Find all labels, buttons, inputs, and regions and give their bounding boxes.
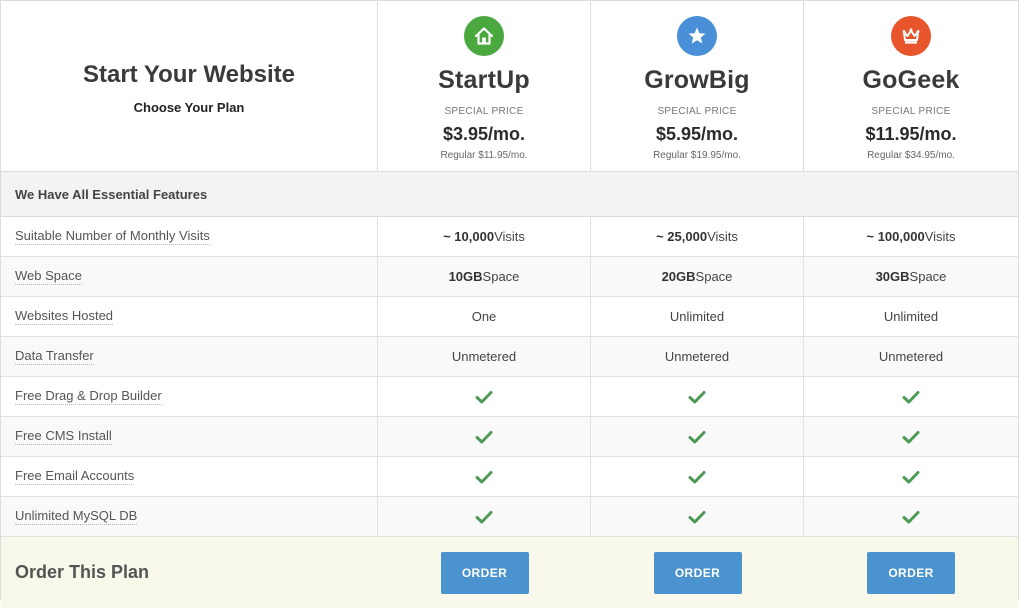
plan-name: StartUp: [438, 66, 530, 94]
feature-label-free-cms-install[interactable]: Free CMS Install: [15, 428, 112, 445]
special-price: $5.95/mo.: [655, 124, 739, 144]
checkmark-icon: [688, 470, 706, 483]
plan-name: GrowBig: [644, 66, 750, 94]
feature-label-drag-drop-builder[interactable]: Free Drag & Drop Builder: [15, 388, 162, 405]
table-row: Free Drag & Drop Builder: [1, 377, 1018, 417]
special-price: $3.95/mo.: [442, 124, 526, 144]
feature-value: One: [378, 297, 591, 336]
checkmark-icon: [902, 430, 920, 443]
checkmark-icon: [475, 430, 493, 443]
feature-value: ~ 10,000 Visits: [378, 217, 591, 256]
feature-value: Unmetered: [878, 349, 944, 364]
special-price-label: SPECIAL PRICE: [871, 106, 951, 117]
table-row: Free CMS Install: [1, 417, 1018, 457]
order-button-growbig[interactable]: ORDER: [653, 551, 742, 594]
section-title: We Have All Essential Features: [15, 186, 208, 202]
plan-column-gogeek: GoGeek SPECIAL PRICE $11.95/mo. Regular …: [804, 1, 1018, 171]
checkmark-icon: [688, 510, 706, 523]
feature-label-data-transfer[interactable]: Data Transfer: [15, 348, 94, 365]
plan-column-startup: StartUp SPECIAL PRICE $3.95/mo. Regular …: [378, 1, 591, 171]
pricing-table: Start Your Website Choose Your Plan Star…: [0, 0, 1019, 608]
checkmark-icon: [902, 390, 920, 403]
house-icon: [464, 16, 504, 56]
table-row: Data Transfer Unmetered Unmetered Unmete…: [1, 337, 1018, 377]
special-price: $11.95/mo.: [865, 124, 957, 144]
feature-value: Unmetered: [378, 337, 591, 376]
checkmark-icon: [475, 470, 493, 483]
feature-value: Unlimited: [591, 297, 804, 336]
feature-value: ~ 100,000 Visits: [866, 229, 956, 244]
checkmark-icon: [475, 510, 493, 523]
table-row: Web Space 10GB Space 20GB Space 30GB Spa…: [1, 257, 1018, 297]
star-icon: [677, 16, 717, 56]
special-price-label: SPECIAL PRICE: [657, 106, 737, 117]
feature-value: 30GB Space: [875, 269, 947, 284]
order-button-gogeek[interactable]: ORDER: [867, 551, 955, 594]
crown-icon: [891, 16, 931, 56]
pricing-header-row: Start Your Website Choose Your Plan Star…: [1, 1, 1018, 172]
order-plan-title: Order This Plan: [15, 562, 150, 582]
feature-label-web-space[interactable]: Web Space: [15, 268, 82, 285]
page-title: Start Your Website: [82, 61, 296, 88]
features-section-header: We Have All Essential Features: [1, 172, 1018, 217]
feature-label-free-email-accounts[interactable]: Free Email Accounts: [15, 468, 135, 485]
checkmark-icon: [688, 390, 706, 403]
checkmark-icon: [688, 430, 706, 443]
regular-price: Regular $11.95/mo.: [440, 150, 528, 161]
order-row: Order This Plan ORDER ORDER ORDER: [1, 537, 1018, 608]
table-row: Suitable Number of Monthly Visits ~ 10,0…: [1, 217, 1018, 257]
regular-price: Regular $34.95/mo.: [867, 150, 955, 161]
feature-value: 20GB Space: [591, 257, 804, 296]
table-row: Free Email Accounts: [1, 457, 1018, 497]
title-cell: Start Your Website Choose Your Plan: [1, 1, 378, 171]
checkmark-icon: [902, 470, 920, 483]
feature-value: ~ 25,000 Visits: [591, 217, 804, 256]
feature-value: Unmetered: [591, 337, 804, 376]
plan-column-growbig: GrowBig SPECIAL PRICE $5.95/mo. Regular …: [591, 1, 804, 171]
feature-label-websites-hosted[interactable]: Websites Hosted: [15, 308, 114, 325]
checkmark-icon: [475, 390, 493, 403]
feature-value: 10GB Space: [378, 257, 591, 296]
table-row: Unlimited MySQL DB: [1, 497, 1018, 537]
checkmark-icon: [902, 510, 920, 523]
regular-price: Regular $19.95/mo.: [653, 150, 741, 161]
feature-label-unlimited-mysql-db[interactable]: Unlimited MySQL DB: [15, 508, 138, 525]
order-button-startup[interactable]: ORDER: [440, 551, 529, 594]
page-subtitle: Choose Your Plan: [133, 100, 245, 115]
feature-label-monthly-visits[interactable]: Suitable Number of Monthly Visits: [15, 228, 210, 245]
table-row: Websites Hosted One Unlimited Unlimited: [1, 297, 1018, 337]
feature-value: Unlimited: [883, 309, 939, 324]
plan-name: GoGeek: [862, 66, 960, 94]
special-price-label: SPECIAL PRICE: [444, 106, 524, 117]
